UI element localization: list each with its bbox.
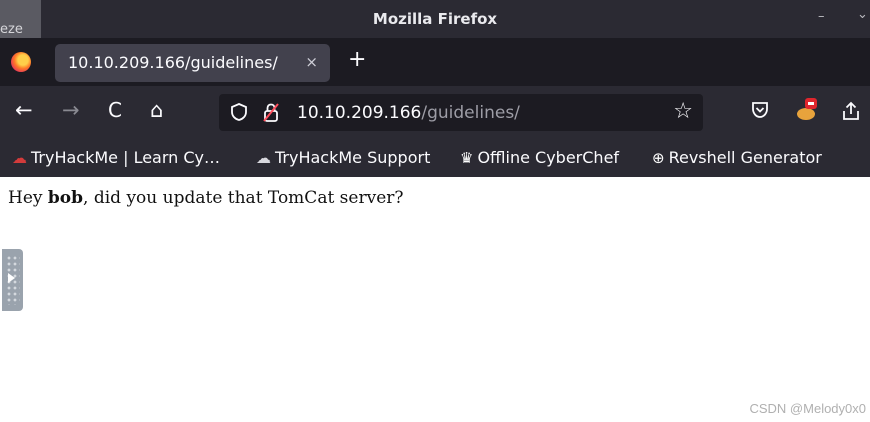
tryhackme-icon: ☁ bbox=[12, 149, 27, 167]
play-arrow-icon bbox=[8, 273, 15, 283]
page-message: Hey bob, did you update that TomCat serv… bbox=[8, 188, 404, 208]
window-titlebar: eze Mozilla Firefox – ⌄ bbox=[0, 0, 870, 38]
bookmark-tryhackme-support[interactable]: ☁ TryHackMe Support bbox=[256, 148, 430, 167]
tab-guidelines[interactable]: 10.10.209.166/guidelines/ × bbox=[55, 44, 330, 82]
sidebar-toggle-handle[interactable] bbox=[2, 249, 23, 311]
bookmark-label: TryHackMe Support bbox=[275, 148, 431, 167]
message-greeting: Hey bbox=[8, 188, 48, 208]
address-bar[interactable]: 10.10.209.166/guidelines/ ☆ bbox=[219, 94, 703, 131]
new-tab-button[interactable]: + bbox=[348, 49, 366, 71]
url-path: /guidelines/ bbox=[421, 103, 520, 123]
cloud-icon: ☁ bbox=[256, 149, 271, 167]
bookmark-label: TryHackMe | Learn Cy… bbox=[31, 148, 221, 167]
firefox-icon[interactable] bbox=[11, 52, 31, 72]
shield-icon[interactable] bbox=[229, 102, 249, 122]
bookmarks-toolbar: ☁ TryHackMe | Learn Cy… ☁ TryHackMe Suppor… bbox=[0, 138, 870, 177]
tab-strip: 10.10.209.166/guidelines/ × + bbox=[0, 38, 870, 86]
url-host: 10.10.209.166 bbox=[297, 103, 422, 123]
watermark: CSDN @Melody0x0 bbox=[749, 401, 866, 416]
bookmark-revshell-generator[interactable]: ⊕ Revshell Generator bbox=[652, 148, 822, 167]
page-content: Hey bob, did you update that TomCat serv… bbox=[0, 177, 870, 422]
extension-icon[interactable] bbox=[795, 96, 819, 122]
restore-button[interactable]: ⌄ bbox=[857, 7, 868, 22]
window-title: Mozilla Firefox bbox=[372, 10, 498, 28]
url-text[interactable]: 10.10.209.166/guidelines/ bbox=[297, 103, 520, 123]
globe-icon: ⊕ bbox=[652, 149, 665, 167]
reload-button[interactable]: C bbox=[108, 99, 122, 121]
back-button[interactable]: ← bbox=[15, 99, 33, 121]
tab-label: 10.10.209.166/guidelines/ bbox=[68, 53, 278, 72]
tab-close-icon[interactable]: × bbox=[305, 53, 318, 71]
navigation-toolbar: ← → C ⌂ 10.10.209.166/guidelines/ ☆ bbox=[0, 86, 870, 138]
minimize-button[interactable]: – bbox=[818, 9, 825, 24]
bookmark-label: Revshell Generator bbox=[668, 148, 822, 167]
bookmark-tryhackme[interactable]: ☁ TryHackMe | Learn Cy… bbox=[12, 148, 220, 167]
pocket-icon[interactable] bbox=[750, 101, 770, 119]
bookmark-offline-cyberchef[interactable]: ♛ Offline CyberChef bbox=[460, 148, 619, 167]
message-body: , did you update that TomCat server? bbox=[83, 188, 404, 208]
message-username: bob bbox=[47, 188, 84, 208]
bookmark-star-icon[interactable]: ☆ bbox=[673, 99, 693, 124]
home-button[interactable]: ⌂ bbox=[150, 99, 163, 121]
share-icon[interactable] bbox=[840, 100, 862, 122]
insecure-lock-icon[interactable] bbox=[261, 101, 281, 123]
chef-hat-icon: ♛ bbox=[460, 149, 474, 167]
bookmark-label: Offline CyberChef bbox=[477, 148, 620, 167]
forward-button[interactable]: → bbox=[62, 99, 80, 121]
